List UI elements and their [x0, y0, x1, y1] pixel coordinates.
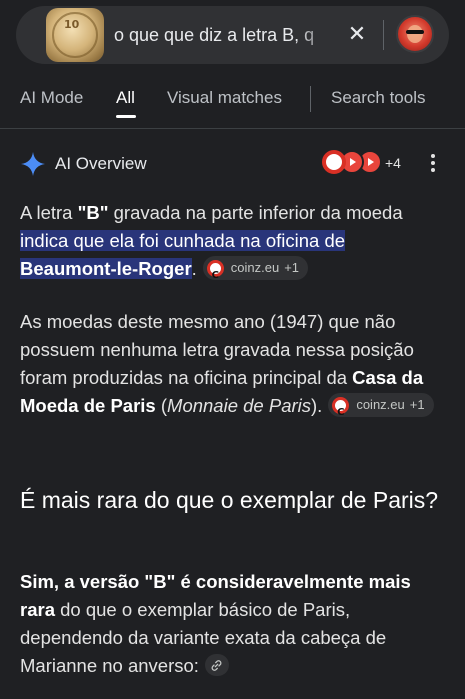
- overview-paragraph-2: As moedas deste mesmo ano (1947) que não…: [20, 308, 445, 427]
- p2-italic-monnaie: Monnaie de Paris: [167, 395, 312, 416]
- coinz-favicon-icon: [322, 150, 346, 174]
- query-fade: [296, 20, 336, 52]
- chip-more-count: +1: [409, 397, 425, 413]
- search-tabs: AI Mode All Visual matches Search tools: [0, 84, 465, 124]
- chip-more-count: +1: [284, 260, 300, 276]
- search-bar[interactable]: 10 o que que diz a letra B, q ✕: [16, 6, 449, 64]
- tab-all[interactable]: All: [116, 88, 135, 108]
- sparkle-icon: [21, 152, 45, 176]
- source-favicons[interactable]: [322, 150, 384, 178]
- source-chip-coinz-2[interactable]: coinz.eu+1: [328, 393, 434, 427]
- coinz-logo-icon: [332, 396, 350, 427]
- overview-subheading: É mais rara do que o exemplar de Paris?: [20, 487, 439, 513]
- tab-ai-mode[interactable]: AI Mode: [20, 88, 83, 108]
- tabs-divider: [310, 86, 311, 112]
- overview-paragraph-1: A letra "B" gravada na parte inferior da…: [20, 199, 445, 290]
- avatar-face: [407, 25, 423, 43]
- coin-number: 10: [64, 18, 80, 31]
- ai-overview-title: AI Overview: [55, 154, 147, 173]
- chip-source-name: coinz.eu: [230, 260, 280, 276]
- overview-paragraph-3: Sim, a versão "B" é consideravelmente ma…: [20, 568, 445, 680]
- tab-visual-matches[interactable]: Visual matches: [167, 88, 282, 108]
- source-count[interactable]: +4: [385, 155, 401, 171]
- tab-active-indicator: [116, 115, 136, 118]
- p1-text-2: gravada na parte inferior da moeda: [108, 202, 403, 223]
- tabs-bottom-divider: [0, 128, 465, 129]
- ai-overview-header: AI Overview +4: [0, 145, 465, 183]
- avatar[interactable]: [396, 15, 434, 53]
- p3-text-1: do que o exemplar básico de Paris, depen…: [20, 599, 387, 676]
- close-icon[interactable]: ✕: [344, 22, 370, 48]
- p1-highlight-bold: Beaumont-le-Roger: [20, 258, 192, 279]
- p2-text-3: ).: [311, 395, 323, 416]
- p1-highlight-text: indica que ela foi cunhada na oficina de: [20, 230, 346, 251]
- more-vert-icon[interactable]: [426, 151, 440, 175]
- coin-thumbnail-image[interactable]: 10: [46, 8, 104, 62]
- avatar-glasses: [406, 30, 424, 34]
- p1-text-1: A letra: [20, 202, 78, 223]
- tab-search-tools[interactable]: Search tools: [331, 88, 426, 108]
- p2-text-2: (: [155, 395, 168, 416]
- p1-text-3: .: [191, 258, 197, 279]
- chip-source-name: coinz.eu: [356, 397, 405, 413]
- source-chip-coinz-1[interactable]: coinz.eu+1: [202, 256, 309, 290]
- link-icon[interactable]: [204, 654, 229, 677]
- search-divider: [383, 20, 384, 50]
- coinz-logo-icon: [206, 259, 224, 290]
- p1-bold-letter: "B": [77, 202, 109, 223]
